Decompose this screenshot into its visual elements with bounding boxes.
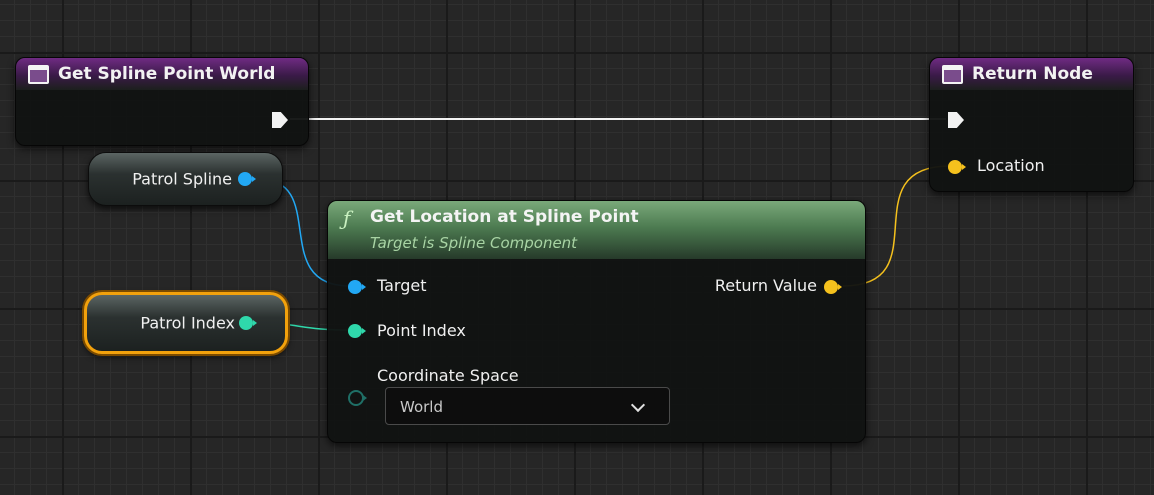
event-node-icon [28, 64, 49, 84]
entry-node-title: Get Spline Point World [58, 64, 276, 84]
coordinate-space-input-pin[interactable] [348, 390, 367, 406]
function-node-title: Get Location at Spline Point [370, 207, 639, 227]
return-value-label: Return Value [714, 276, 817, 295]
coordinate-space-dropdown[interactable]: World [385, 387, 670, 425]
exec-input-pin-icon[interactable] [948, 112, 964, 128]
exec-output-pin-icon[interactable] [272, 112, 288, 128]
return-node-header[interactable]: Return Node [930, 58, 1133, 90]
patrol-spline-label: Patrol Spline [132, 169, 232, 189]
return-node-icon [942, 64, 963, 84]
point-index-input-pin[interactable] [348, 324, 366, 338]
location-label: Location [977, 156, 1045, 175]
point-index-label: Point Index [377, 321, 466, 340]
function-node-header[interactable]: ƒ Get Location at Spline Point Target is… [328, 201, 865, 259]
location-input-pin[interactable] [948, 160, 966, 174]
coordinate-space-value: World [400, 398, 443, 416]
entry-node-header[interactable]: Get Spline Point World [16, 58, 308, 90]
patrol-spline-output-pin[interactable] [238, 172, 256, 186]
get-location-at-spline-point-node[interactable]: ƒ Get Location at Spline Point Target is… [327, 200, 866, 443]
patrol-spline-variable-node[interactable]: Patrol Spline [88, 152, 283, 206]
return-node-title: Return Node [972, 64, 1093, 84]
patrol-index-label: Patrol Index [140, 313, 235, 333]
coordinate-space-label: Coordinate Space [377, 366, 519, 385]
patrol-index-variable-node[interactable]: Patrol Index [84, 292, 288, 354]
target-input-pin[interactable] [348, 280, 366, 294]
function-node-icon: ƒ [343, 206, 351, 230]
return-node[interactable]: Return Node Location [929, 57, 1134, 192]
function-node-subtitle: Target is Spline Component [370, 234, 578, 252]
target-label: Target [377, 276, 427, 295]
entry-node[interactable]: Get Spline Point World [15, 57, 309, 146]
return-value-output-pin[interactable] [824, 280, 842, 294]
chevron-down-icon [630, 397, 646, 413]
patrol-index-output-pin[interactable] [239, 316, 257, 330]
